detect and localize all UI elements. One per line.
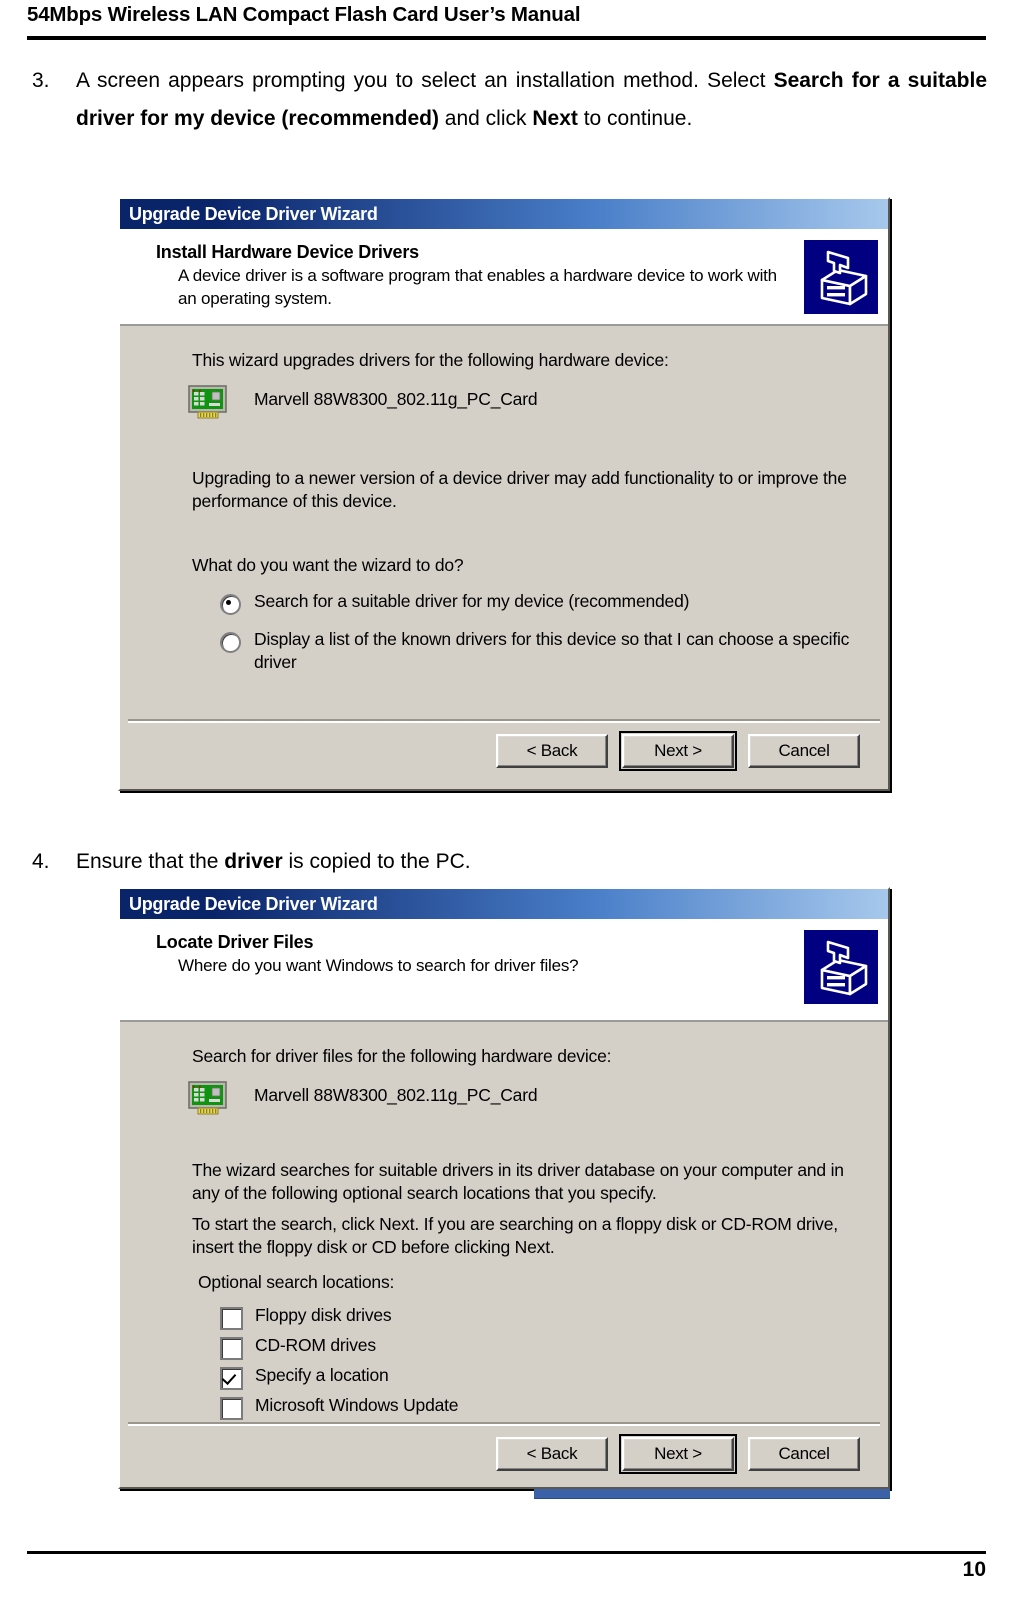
checkbox-cd-rom-drives[interactable]: CD-ROM drives (220, 1334, 376, 1360)
step-3-text-part2: and click (438, 107, 533, 130)
dialog-2-device-name: Marvell 88W8300_802.11g_PC_Card (254, 1085, 538, 1105)
dialog-2-intro: Search for driver files for the followin… (192, 1046, 612, 1066)
dialog-1-title: Upgrade Device Driver Wizard (129, 204, 378, 224)
checkbox-microsoft-windows-update-icon[interactable] (220, 1397, 243, 1420)
header-divider (27, 36, 986, 40)
dialog-1-intro: This wizard upgrades drivers for the fol… (192, 350, 669, 370)
dialog-1-note-line2: performance of this device. (192, 491, 397, 511)
dialog-2-locations-label: Optional search locations: (198, 1272, 395, 1292)
radio-search-suitable-driver-label: Search for a suitable driver for my devi… (254, 591, 690, 611)
step-3-text: A screen appears prompting you to select… (76, 62, 987, 138)
dialog-1-banner-sub-line2: an operating system. (178, 289, 332, 308)
dialog-2-titlebar[interactable]: Upgrade Device Driver Wizard (120, 889, 888, 919)
dialog-1-button-strip: < Back Next > Cancel (120, 724, 888, 771)
checkbox-microsoft-windows-update[interactable]: Microsoft Windows Update (220, 1394, 459, 1420)
checkbox-cd-rom-drives-label: CD-ROM drives (255, 1335, 376, 1355)
dialog-2-banner: Locate Driver Files Where do you want Wi… (120, 919, 888, 1022)
step-3-text-part3: to continue. (577, 107, 693, 130)
step-3-bold-2: Next (532, 107, 578, 130)
step-4-text-part2: is copied to the PC. (282, 850, 471, 873)
step-3-text-part1: A screen appears prompting you to select… (76, 69, 774, 92)
footer-divider (27, 1551, 986, 1554)
dialog-2-banner-sub-line1: Where do you want Windows to search for … (178, 956, 579, 975)
dialog-2-banner-heading: Locate Driver Files (156, 932, 314, 952)
page-number: 10 (962, 1558, 986, 1581)
dialog-1-banner-text: Install Hardware Device Drivers A device… (130, 240, 804, 314)
upgrade-device-driver-wizard-dialog-1[interactable]: Upgrade Device Driver Wizard Install Har… (118, 197, 890, 791)
dialog-2-device-row: Marvell 88W8300_802.11g_PC_Card (188, 1080, 538, 1116)
dialog-1-banner-heading: Install Hardware Device Drivers (156, 242, 419, 262)
step-4-text-part1: Ensure that the (76, 850, 225, 873)
step-4-text: Ensure that the driver is copied to the … (76, 843, 987, 881)
dialog-1-device-name: Marvell 88W8300_802.11g_PC_Card (254, 389, 538, 409)
dialog-1-next-button[interactable]: Next > (619, 731, 737, 771)
dialog-2-button-strip: < Back Next > Cancel (120, 1427, 888, 1474)
dialog-1-device-row: Marvell 88W8300_802.11g_PC_Card (188, 384, 538, 420)
step-4-bold-1: driver (224, 850, 283, 873)
dialog-2-note-line2: any of the following optional search loc… (192, 1183, 657, 1203)
dialog-1-titlebar[interactable]: Upgrade Device Driver Wizard (120, 199, 888, 229)
dialog-1-banner: Install Hardware Device Drivers A device… (120, 229, 888, 326)
dialog-2-back-button[interactable]: < Back (496, 1437, 608, 1471)
document-header-title: 54Mbps Wireless LAN Compact Flash Card U… (27, 3, 581, 26)
checkbox-floppy-disk-drives-icon[interactable] (220, 1307, 243, 1330)
dialog-2-note-line1: The wizard searches for suitable drivers… (192, 1160, 844, 1180)
checkbox-specify-a-location-icon[interactable] (220, 1367, 243, 1390)
pc-card-icon (188, 1080, 228, 1116)
scan-artifact-blue-strip (534, 1489, 890, 1499)
dialog-2-note-line4: insert the floppy disk or CD before clic… (192, 1237, 555, 1257)
checkbox-specify-a-location[interactable]: Specify a location (220, 1364, 389, 1390)
dialog-1-button-separator (128, 719, 880, 723)
dialog-1-question: What do you want the wizard to do? (192, 555, 464, 575)
step-3: 3. A screen appears prompting you to sel… (32, 62, 987, 138)
step-4: 4. Ensure that the driver is copied to t… (32, 843, 987, 881)
dialog-2-body: Search for driver files for the followin… (120, 1022, 888, 1474)
radio-option-display-known-drivers[interactable]: Display a list of the known drivers for … (220, 628, 880, 674)
dialog-1-body: This wizard upgrades drivers for the fol… (120, 326, 888, 771)
dialog-2-title: Upgrade Device Driver Wizard (129, 894, 378, 914)
dialog-1-cancel-button[interactable]: Cancel (748, 734, 860, 768)
dialog-2-next-button[interactable]: Next > (619, 1434, 737, 1474)
dialog-2-banner-text: Locate Driver Files Where do you want Wi… (130, 930, 804, 1004)
step-3-number: 3. (32, 69, 50, 92)
step-4-number: 4. (32, 850, 50, 873)
dialog-1-back-button[interactable]: < Back (496, 734, 608, 768)
checkbox-specify-a-location-label: Specify a location (255, 1365, 389, 1385)
checkbox-floppy-disk-drives-label: Floppy disk drives (255, 1305, 392, 1325)
checkbox-floppy-disk-drives[interactable]: Floppy disk drives (220, 1304, 392, 1330)
upgrade-device-driver-wizard-dialog-2[interactable]: Upgrade Device Driver Wizard Locate Driv… (118, 887, 890, 1489)
dialog-2-button-separator (128, 1422, 880, 1426)
radio-display-known-drivers-label-line1: Display a list of the known drivers for … (254, 629, 850, 649)
dialog-1-note-line1: Upgrading to a newer version of a device… (192, 468, 847, 488)
dialog-2-cancel-button[interactable]: Cancel (748, 1437, 860, 1471)
radio-search-suitable-driver-icon[interactable] (220, 594, 241, 615)
driver-package-icon (804, 930, 878, 1004)
checkbox-cd-rom-drives-icon[interactable] (220, 1337, 243, 1360)
checkbox-microsoft-windows-update-label: Microsoft Windows Update (255, 1395, 459, 1415)
radio-display-known-drivers-icon[interactable] (220, 632, 241, 653)
radio-display-known-drivers-label-line2: driver (254, 652, 297, 672)
radio-display-known-drivers-label: Display a list of the known drivers for … (241, 628, 849, 674)
radio-option-search-suitable-driver[interactable]: Search for a suitable driver for my devi… (220, 590, 860, 615)
driver-package-icon (804, 240, 878, 314)
pc-card-icon (188, 384, 228, 420)
dialog-1-banner-sub-line1: A device driver is a software program th… (178, 266, 777, 285)
dialog-2-note-line3: To start the search, click Next. If you … (192, 1214, 838, 1234)
